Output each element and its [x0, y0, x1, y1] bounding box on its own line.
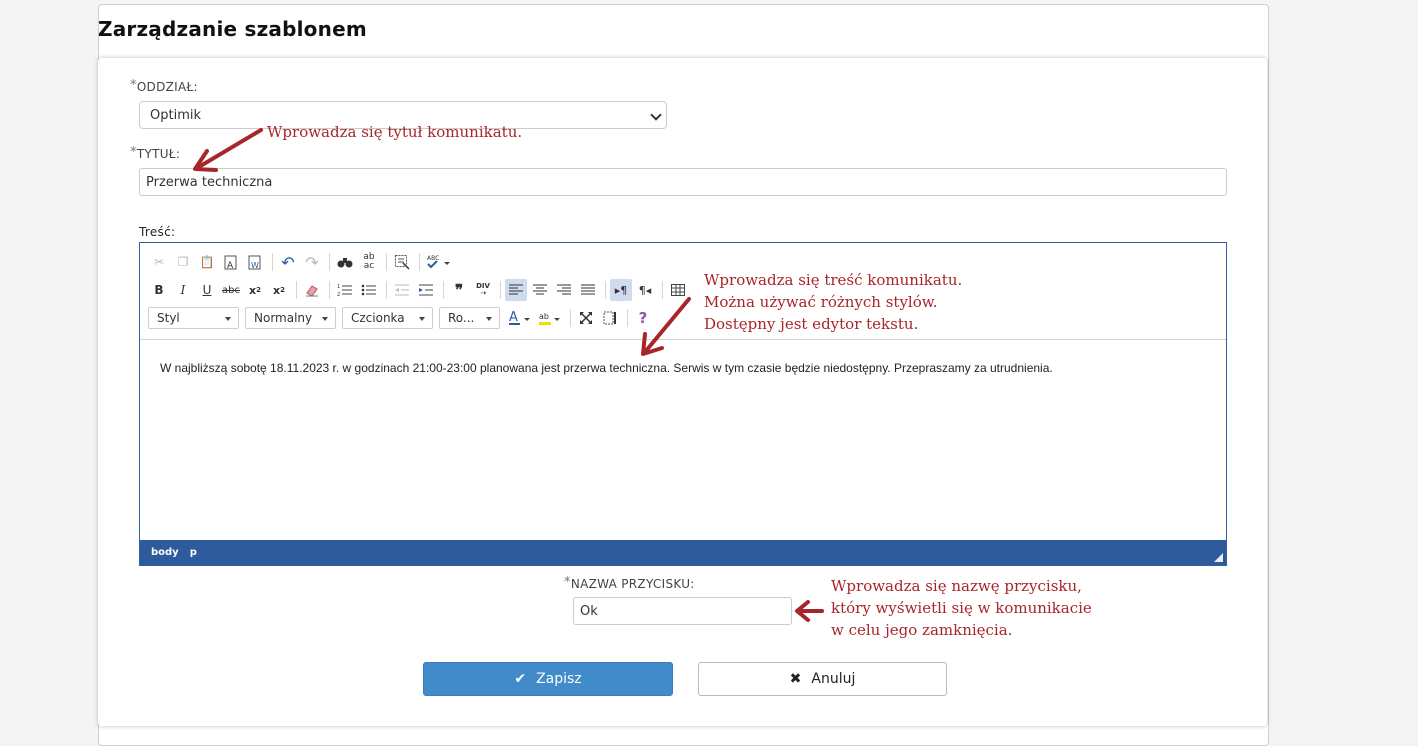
editor-toolbar: ✂ ❐ 📋 A W ↶ ↷ ab ac ABC B I U abc x 2 x … [140, 243, 1226, 340]
replace-icon[interactable]: ab ac [358, 251, 380, 273]
align-left-icon[interactable] [505, 279, 527, 301]
spellcheck-icon[interactable]: ABC [424, 251, 454, 273]
required-mark: * [564, 575, 571, 590]
format-combo-value: Normalny [254, 311, 313, 325]
dropdown-arrow-icon [419, 317, 425, 321]
font-combo[interactable]: Czcionka [342, 307, 433, 329]
find-icon[interactable] [334, 251, 356, 273]
bulleted-list-icon[interactable] [358, 279, 380, 301]
required-mark: * [130, 145, 137, 160]
select-all-icon[interactable] [391, 251, 413, 273]
annotation-button-line: w celu jego zamknięcia. [831, 621, 1013, 639]
ltr-icon[interactable]: ▸¶ [610, 279, 632, 301]
annotation-content-line: Wprowadza się treść komunikatu. [704, 271, 963, 289]
annotation-content-line: Można używać różnych stylów. [704, 293, 938, 311]
undo-icon[interactable]: ↶ [277, 251, 299, 273]
superscript-icon[interactable]: x2 [268, 279, 290, 301]
dropdown-arrow-icon [225, 317, 231, 321]
background-color-icon[interactable]: ab [536, 307, 564, 329]
annotation-button-line: Wprowadza się nazwę przycisku, [831, 577, 1082, 595]
content-label: Treść: [139, 225, 176, 239]
align-center-icon[interactable] [529, 279, 551, 301]
text-color-icon[interactable]: A [506, 307, 534, 329]
table-icon[interactable] [667, 279, 689, 301]
rtl-icon[interactable]: ¶◂ [634, 279, 656, 301]
format-combo[interactable]: Normalny [245, 307, 336, 329]
close-icon: ✖ [789, 671, 802, 687]
toolbar-row-formatting: B I U abc x2 x2 12 ❞ DIV ⇢ ▸¶ ¶◂ [148, 279, 691, 301]
dropdown-arrow-icon [486, 317, 492, 321]
path-element-body[interactable]: body [151, 547, 179, 558]
dropdown-arrow-icon [322, 317, 328, 321]
redo-icon[interactable]: ↷ [301, 251, 323, 273]
size-combo[interactable]: Ro... [439, 307, 500, 329]
branch-select-value: Optimik [150, 108, 201, 123]
strikethrough-icon[interactable]: abc [220, 279, 242, 301]
svg-text:W: W [251, 261, 259, 270]
branch-label-row: *ODDZIAŁ: [130, 78, 198, 95]
justify-icon[interactable] [577, 279, 599, 301]
rich-text-editor: ✂ ❐ 📋 A W ↶ ↷ ab ac ABC B I U abc x 2 x … [139, 242, 1227, 566]
title-label: TYTUŁ: [136, 147, 181, 161]
subscript-icon[interactable]: x2 [244, 279, 266, 301]
save-button-label: Zapisz [536, 671, 582, 687]
editor-content[interactable]: W najbliższą sobotę 18.11.2023 r. w godz… [160, 361, 1053, 375]
outdent-icon[interactable] [391, 279, 413, 301]
blockquote-icon[interactable]: ❞ [448, 279, 470, 301]
maximize-icon[interactable] [575, 307, 597, 329]
title-label-row: *TYTUŁ: [130, 145, 181, 162]
annotation-content: Wprowadza się treść komunikatu. Można uż… [704, 269, 962, 335]
div-icon[interactable]: DIV ⇢ [472, 279, 494, 301]
svg-text:1: 1 [337, 284, 340, 290]
branch-label: ODDZIAŁ: [136, 80, 198, 94]
button-name-label-row: *NAZWA PRZYCISKU: [564, 575, 695, 592]
paste-word-icon[interactable]: W [244, 251, 266, 273]
style-combo[interactable]: Styl [148, 307, 239, 329]
check-icon: ✔ [514, 671, 527, 687]
underline-icon[interactable]: U [196, 279, 218, 301]
cancel-button-label: Anuluj [811, 671, 856, 687]
show-blocks-icon[interactable] [599, 307, 621, 329]
annotation-button: Wprowadza się nazwę przycisku, który wyś… [831, 575, 1092, 641]
save-button[interactable]: ✔ Zapisz [423, 662, 673, 696]
chevron-down-icon [650, 109, 662, 121]
copy-icon[interactable]: ❐ [172, 251, 194, 273]
button-name-value: Ok [580, 604, 598, 619]
editor-status-bar: body p [140, 540, 1226, 565]
resize-handle-icon[interactable] [1214, 553, 1223, 562]
page-title: Zarządzanie szablonem [98, 17, 367, 41]
required-mark: * [130, 78, 137, 93]
svg-text:ab: ab [539, 312, 549, 321]
style-combo-value: Styl [157, 311, 180, 325]
align-right-icon[interactable] [553, 279, 575, 301]
cancel-button[interactable]: ✖ Anuluj [698, 662, 947, 696]
title-input[interactable]: Przerwa techniczna [139, 168, 1227, 196]
size-combo-value: Ro... [448, 311, 475, 325]
paste-text-icon[interactable]: A [220, 251, 242, 273]
toolbar-row-styles: Styl Normalny Czcionka Ro... A ab ? [148, 307, 656, 329]
toolbar-row-clipboard: ✂ ❐ 📋 A W ↶ ↷ ab ac ABC [148, 251, 456, 273]
annotation-content-line: Dostępny jest edytor tekstu. [704, 315, 919, 333]
font-combo-value: Czcionka [351, 311, 405, 325]
bold-icon[interactable]: B [148, 279, 170, 301]
svg-text:ABC: ABC [427, 255, 439, 262]
indent-icon[interactable] [415, 279, 437, 301]
svg-text:2: 2 [337, 292, 340, 297]
annotation-button-line: który wyświetli się w komunikacie [831, 599, 1092, 617]
button-name-label: NAZWA PRZYCISKU: [570, 577, 695, 591]
paste-icon[interactable]: 📋 [196, 251, 218, 273]
help-icon[interactable]: ? [632, 307, 654, 329]
path-element-p[interactable]: p [190, 547, 197, 558]
remove-format-icon[interactable] [301, 279, 323, 301]
svg-text:A: A [227, 261, 234, 270]
svg-text:A: A [509, 310, 518, 325]
button-name-input[interactable]: Ok [573, 597, 792, 625]
annotation-title: Wprowadza się tytuł komunikatu. [267, 123, 523, 141]
italic-icon[interactable]: I [172, 279, 194, 301]
numbered-list-icon[interactable]: 12 [334, 279, 356, 301]
title-input-value: Przerwa techniczna [146, 175, 273, 190]
cut-icon[interactable]: ✂ [148, 251, 170, 273]
